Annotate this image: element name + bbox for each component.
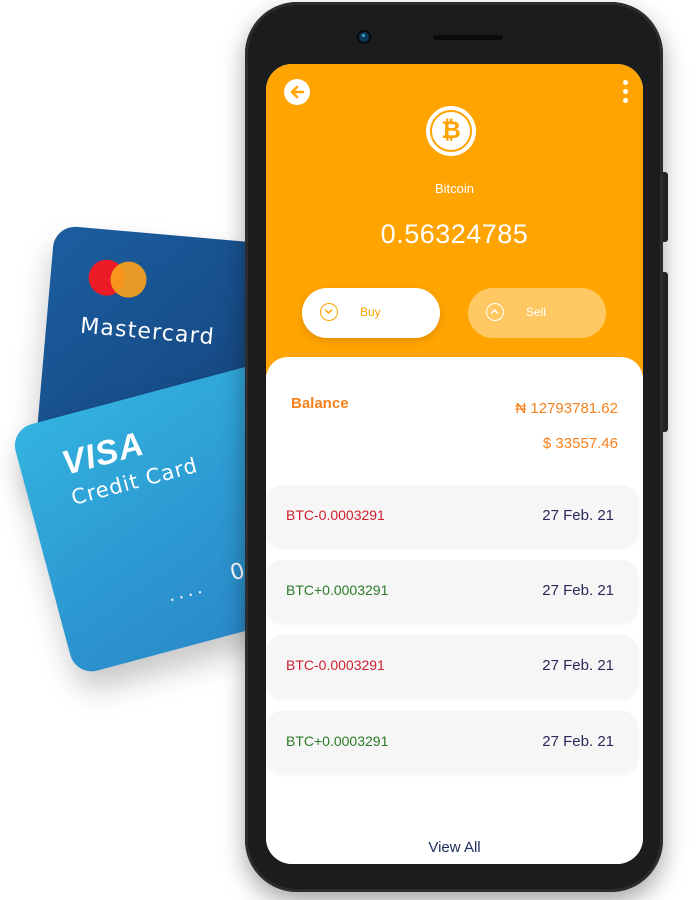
earpiece-speaker [433, 35, 503, 40]
kebab-menu-icon[interactable] [621, 80, 629, 106]
balance-naira: ₦ 12793781.62 [515, 400, 618, 417]
mastercard-logo-icon [87, 258, 150, 300]
coin-name: Bitcoin [434, 181, 475, 196]
transaction-date: 27 Feb. 21 [542, 582, 614, 599]
buy-label: Buy [360, 305, 381, 319]
sell-label: Sell [526, 305, 547, 319]
mastercard-label: Mastercard [79, 313, 216, 351]
chevron-up-icon [486, 303, 504, 321]
transaction-row[interactable]: BTC-0.0003291 27 Feb. 21 [266, 635, 638, 697]
visa-masked-digits: .... [165, 575, 209, 607]
bitcoin-icon: ₿ [426, 106, 476, 156]
phone-frame: ₿ Bitcoin 0.56324785 Buy Sell Balance ₦ … [245, 2, 668, 892]
balance-label: Balance [291, 395, 349, 412]
transaction-amount: BTC-0.0003291 [286, 657, 385, 673]
buy-button[interactable]: Buy [302, 288, 440, 338]
transaction-amount: BTC+0.0003291 [286, 733, 389, 749]
back-button[interactable] [284, 79, 310, 105]
transaction-amount: BTC-0.0003291 [286, 507, 385, 523]
chevron-down-icon [320, 303, 338, 321]
transaction-row[interactable]: BTC-0.0003291 27 Feb. 21 [266, 485, 638, 547]
wallet-header: ₿ Bitcoin 0.56324785 Buy Sell [266, 64, 643, 394]
balance-usd: $ 33557.46 [542, 435, 618, 452]
arrow-left-icon [290, 85, 305, 99]
transaction-amount: BTC+0.0003291 [286, 582, 389, 598]
bitcoin-symbol: ₿ [441, 117, 461, 144]
view-all-link[interactable]: View All [266, 839, 643, 856]
transaction-row[interactable]: BTC+0.0003291 27 Feb. 21 [266, 560, 638, 622]
front-camera [359, 32, 369, 42]
wallet-details: Balance ₦ 12793781.62 $ 33557.46 BTC-0.0… [266, 357, 643, 864]
sell-button[interactable]: Sell [468, 288, 606, 338]
app-screen: ₿ Bitcoin 0.56324785 Buy Sell Balance ₦ … [266, 64, 643, 864]
volume-button [663, 272, 668, 432]
transaction-date: 27 Feb. 21 [542, 507, 614, 524]
power-button [663, 172, 668, 242]
transaction-date: 27 Feb. 21 [542, 657, 614, 674]
transaction-date: 27 Feb. 21 [542, 733, 614, 750]
coin-balance: 0.56324785 [380, 219, 529, 249]
transaction-row[interactable]: BTC+0.0003291 27 Feb. 21 [266, 711, 638, 773]
